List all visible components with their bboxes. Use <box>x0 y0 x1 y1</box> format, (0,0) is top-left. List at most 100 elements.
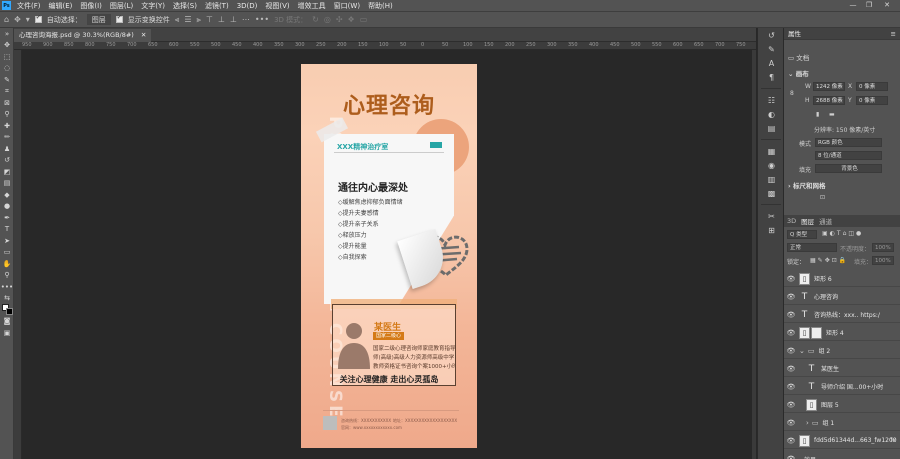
show-transform-checkbox[interactable] <box>115 14 123 23</box>
chevron-down-icon[interactable]: ⌄ <box>788 70 793 78</box>
panel-menu-icon[interactable]: ≡ <box>891 28 896 40</box>
landscape-orientation-icon[interactable]: ▬ <box>829 111 835 118</box>
quick-select-icon[interactable]: ✎ <box>0 74 14 86</box>
lasso-tool-icon[interactable]: ◌ <box>0 63 14 75</box>
gradient-tool-icon[interactable]: ▤ <box>0 178 14 190</box>
3d-scale-icon[interactable]: ▭ <box>360 15 368 24</box>
layer-filter-dropdown[interactable]: Q 类型 <box>787 230 817 239</box>
tab-layers[interactable]: 图层 <box>801 216 814 226</box>
link-icon[interactable]: 8 <box>790 90 794 97</box>
layer-row[interactable]: 👁 ▯ 图层 5 <box>784 397 900 413</box>
properties-title[interactable]: 属性 <box>788 30 801 38</box>
align-bottom-icon[interactable]: ⊥ <box>230 15 237 24</box>
align-middle-icon[interactable]: ⊥ <box>218 15 225 24</box>
layer-row[interactable]: 👁 T 导师介绍 国...00+小时 <box>784 379 900 395</box>
eyedropper-icon[interactable]: ⚲ <box>0 109 14 121</box>
bit-depth-dropdown[interactable]: 8 位/通道 <box>815 151 882 160</box>
tools-settings-icon[interactable]: ✂ <box>758 209 785 223</box>
menu-view[interactable]: 视图(V) <box>265 1 289 11</box>
chevron-right-icon[interactable]: › <box>806 419 809 427</box>
poster-canvas[interactable]: PSYCHOLOGICAL COUNSELING 心理咨询 XXX精神治疗室 通… <box>301 64 477 448</box>
character-icon[interactable]: A <box>758 56 785 70</box>
menu-type[interactable]: 文字(Y) <box>141 1 165 11</box>
healing-brush-icon[interactable]: ✚ <box>0 120 14 132</box>
layer-row[interactable]: 👁 ▯ 矩形 6 <box>784 271 900 287</box>
3d-roll-icon[interactable]: ◎ <box>324 15 331 24</box>
chevron-down-icon[interactable]: ▾ <box>26 15 30 24</box>
properties-icon[interactable]: ☷ <box>758 93 785 107</box>
visibility-eye-icon[interactable]: 👁 <box>786 455 796 459</box>
document-tab[interactable]: 心理咨询海报.psd @ 30.3%(RGB/8#) ✕ <box>14 29 152 42</box>
screen-mode-icon[interactable]: ▣ <box>0 327 14 339</box>
portrait-orientation-icon[interactable]: ▮ <box>816 111 819 118</box>
3d-rotate-icon[interactable]: ↻ <box>312 15 319 24</box>
align-right-icon[interactable]: ⫸ <box>196 15 201 25</box>
chevron-down-icon[interactable]: ⌄ <box>799 347 805 355</box>
frame-tool-icon[interactable]: ⊠ <box>0 97 14 109</box>
path-select-icon[interactable]: ➤ <box>0 235 14 247</box>
menu-window[interactable]: 窗口(W) <box>334 1 360 11</box>
eraser-tool-icon[interactable]: ◩ <box>0 166 14 178</box>
3d-pan-icon[interactable]: ✣ <box>336 15 343 24</box>
guides-section[interactable]: › 标尺和网格 <box>784 180 900 190</box>
visibility-eye-icon[interactable]: 👁 <box>786 419 796 427</box>
brush-tool-icon[interactable]: ✏ <box>0 132 14 144</box>
layer-row[interactable]: 👁 › ▭ 组 1 <box>784 415 900 431</box>
align-top-icon[interactable]: ⊤ <box>206 15 213 24</box>
zoom-tool-icon[interactable]: ⚲ <box>0 270 14 282</box>
menu-help[interactable]: 帮助(H) <box>368 1 393 11</box>
more-options-icon[interactable]: ••• <box>255 15 269 24</box>
chevron-right-icon[interactable]: › <box>788 182 791 190</box>
menu-3d[interactable]: 3D(D) <box>237 2 258 10</box>
swatches-icon[interactable]: ▦ <box>758 144 785 158</box>
tab-3d[interactable]: 3D <box>787 217 796 225</box>
auto-select-checkbox[interactable] <box>34 14 42 23</box>
menu-filter[interactable]: 滤镜(T) <box>205 1 229 11</box>
home-icon[interactable]: ⌂ <box>4 15 9 24</box>
visibility-eye-icon[interactable]: 👁 <box>786 329 796 337</box>
close-button[interactable]: ✕ <box>880 0 894 11</box>
patterns-icon[interactable]: ▩ <box>758 186 785 200</box>
move-tool-icon[interactable]: ✥ <box>0 40 14 52</box>
type-tool-icon[interactable]: T <box>0 224 14 236</box>
fill-field[interactable]: 100% <box>872 256 894 265</box>
move-tool-icon[interactable]: ✥ <box>14 15 21 24</box>
layer-row[interactable]: 👁 T 心理咨询 <box>784 289 900 305</box>
y-field[interactable]: 0 像素 <box>856 96 888 105</box>
horizontal-ruler[interactable]: 950 900 850 800 750 700 650 600 550 500 450 400 350 3… <box>14 42 756 50</box>
hand-tool-icon[interactable]: ✋ <box>0 258 14 270</box>
visibility-eye-icon[interactable]: 👁 <box>786 293 796 301</box>
blend-mode-dropdown[interactable]: 正常 <box>787 243 837 252</box>
visibility-eye-icon[interactable]: 👁 <box>786 383 796 391</box>
lock-icons[interactable]: ▦✎✥⊡🔒 <box>810 257 848 264</box>
paragraph-icon[interactable]: ¶ <box>758 70 785 84</box>
collapse-icon[interactable]: » <box>0 28 14 40</box>
height-field[interactable]: 2688 像素 <box>813 96 845 105</box>
close-tab-icon[interactable]: ✕ <box>141 31 146 39</box>
more-tools-icon[interactable]: ••• <box>0 281 14 293</box>
menu-layer[interactable]: 图层(L) <box>110 1 133 11</box>
gradients-icon[interactable]: ▥ <box>758 172 785 186</box>
visibility-eye-icon[interactable]: 👁 <box>786 401 796 409</box>
quick-mask-icon[interactable]: ◙ <box>0 316 14 328</box>
marquee-tool-icon[interactable]: ⬚ <box>0 51 14 63</box>
clone-stamp-icon[interactable]: ♟ <box>0 143 14 155</box>
align-left-icon[interactable]: ⫷ <box>175 15 180 25</box>
swap-colors-icon[interactable]: ⇆ <box>0 293 14 305</box>
tab-channels[interactable]: 通道 <box>819 216 832 226</box>
layer-row[interactable]: 👁 ▯ 矩形 4 <box>784 325 900 341</box>
distribute-icon[interactable]: ⋯ <box>242 15 250 24</box>
libraries-icon[interactable]: ▤ <box>758 121 785 135</box>
color-icon[interactable]: ◉ <box>758 158 785 172</box>
minimize-button[interactable]: — <box>846 0 860 11</box>
layer-row[interactable]: 👁 效果 <box>784 451 900 459</box>
auto-select-dropdown[interactable]: 图层 <box>86 14 111 25</box>
opacity-field[interactable]: 100% <box>872 243 894 252</box>
blur-tool-icon[interactable]: ◆ <box>0 189 14 201</box>
layer-row[interactable]: 👁 T 某医生 <box>784 361 900 377</box>
menu-image[interactable]: 图像(I) <box>80 1 102 11</box>
adjustments-icon[interactable]: ◐ <box>758 107 785 121</box>
dodge-tool-icon[interactable]: ● <box>0 201 14 213</box>
menu-edit[interactable]: 编辑(E) <box>49 1 73 11</box>
vertical-ruler[interactable] <box>14 50 22 459</box>
